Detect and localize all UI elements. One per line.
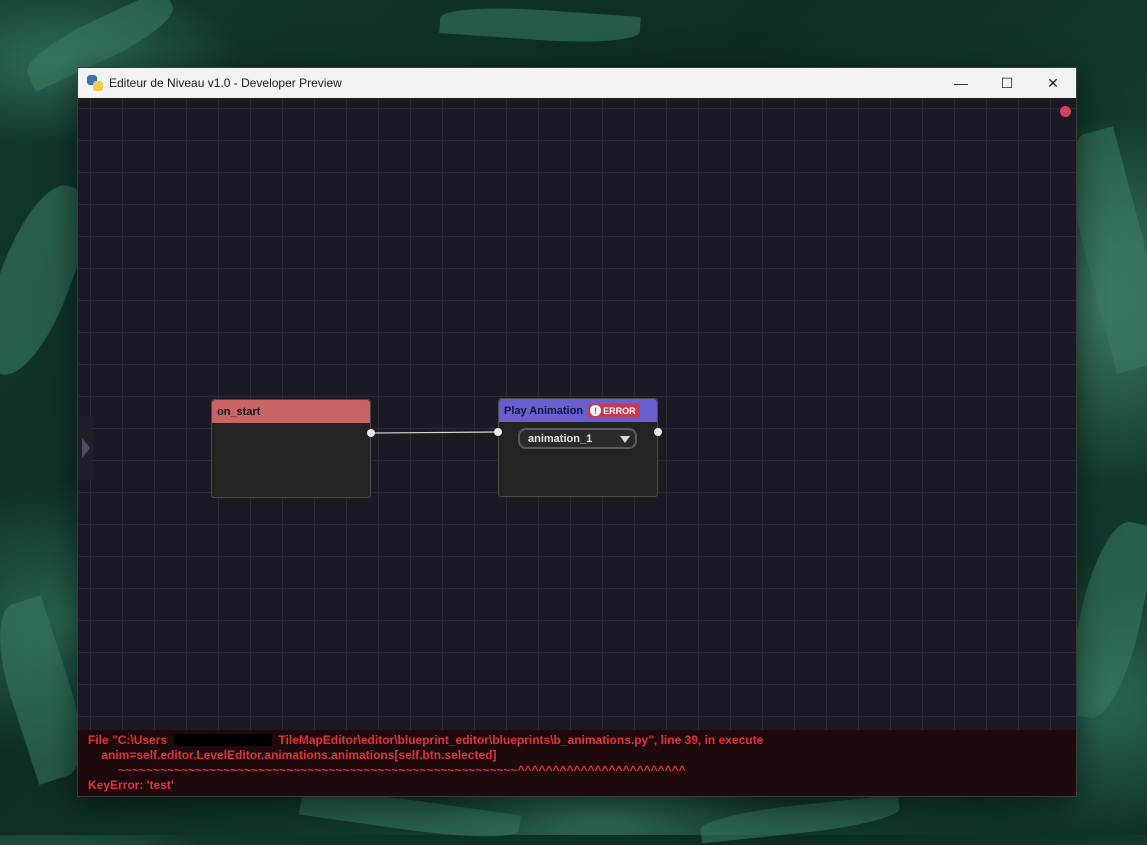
redacted-block: [173, 734, 272, 746]
node-play-animation[interactable]: Play Animation ! ERROR animation_1: [498, 398, 658, 497]
background-leaf: [439, 3, 641, 47]
caret-down-icon: [620, 436, 630, 443]
animation-select-value: animation_1: [528, 432, 593, 445]
console-line: File "C:\Users TileMapEditor\editor\blue…: [88, 733, 764, 747]
error-console: File "C:\Users TileMapEditor\editor\blue…: [78, 730, 1076, 796]
app-window: Editeur de Niveau v1.0 - Developer Previ…: [77, 67, 1077, 797]
chevron-right-icon: [82, 438, 90, 458]
title-bar[interactable]: Editeur de Niveau v1.0 - Developer Previ…: [78, 68, 1076, 98]
input-port[interactable]: [494, 428, 502, 436]
maximize-button[interactable]: ☐: [984, 68, 1030, 98]
node-header: on_start: [212, 400, 370, 423]
node-on-start[interactable]: on_start: [211, 399, 371, 498]
error-icon: !: [590, 405, 602, 416]
error-label: ERROR: [603, 405, 636, 416]
background-leaf: [699, 794, 901, 844]
blueprint-canvas[interactable]: on_start Play Animation ! ERROR animatio…: [78, 98, 1076, 796]
console-line: KeyError: 'test': [88, 778, 174, 792]
window-controls: — ☐ ✕: [938, 68, 1076, 98]
node-header: Play Animation ! ERROR: [499, 399, 657, 422]
close-button[interactable]: ✕: [1030, 68, 1076, 98]
node-title: Play Animation: [504, 404, 584, 417]
console-line: ~~~~~~~~~~~~~~~~~~~~~~~~~~~~~~~~~~~~~~~~…: [88, 763, 686, 777]
output-port[interactable]: [367, 429, 375, 437]
output-port[interactable]: [654, 428, 662, 436]
pygame-icon: [87, 75, 103, 91]
minimize-button[interactable]: —: [938, 68, 984, 98]
record-dot-icon: [1060, 106, 1071, 117]
side-panel-toggle[interactable]: [78, 416, 93, 480]
animation-select[interactable]: animation_1: [518, 428, 637, 449]
console-line: anim=self.editor.LevelEditor.animations.…: [88, 748, 497, 762]
window-title: Editeur de Niveau v1.0 - Developer Previ…: [109, 76, 342, 90]
error-badge: ! ERROR: [588, 403, 640, 418]
